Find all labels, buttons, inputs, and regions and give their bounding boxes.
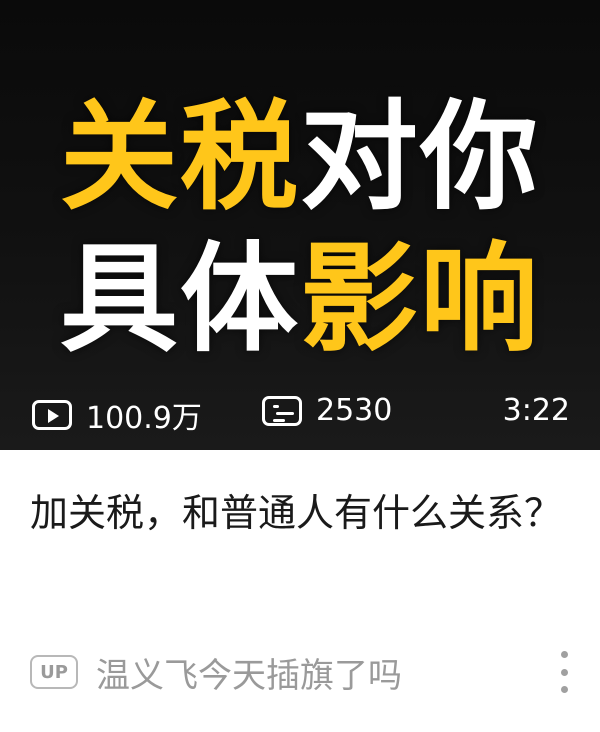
video-title[interactable]: 加关税，和普通人有什么关系？	[30, 484, 576, 542]
play-count: 100.9万	[32, 393, 202, 437]
headline-segment: 对你	[300, 88, 541, 226]
headline-segment: 关税	[59, 88, 300, 226]
video-meta: UP 温义飞今天插旗了吗	[30, 642, 576, 702]
video-duration: 3:22	[502, 393, 570, 428]
video-card[interactable]: 关税对你 具体影响 100.9万 2530 3:22 加关税，和普通人有什么关系…	[0, 0, 600, 732]
danmaku-icon	[262, 395, 302, 426]
danmaku-count: 2530	[262, 393, 392, 428]
headline-segment: 影响	[300, 230, 541, 368]
headline-segment: 具体	[59, 230, 300, 368]
danmaku-count-value: 2530	[316, 393, 393, 428]
thumbnail-headline-line1: 关税对你	[0, 98, 600, 216]
video-stats-bar: 100.9万 2530 3:22	[0, 385, 600, 437]
up-badge: UP	[30, 655, 78, 689]
author-name[interactable]: 温义飞今天插旗了吗	[96, 648, 402, 697]
more-vertical-icon[interactable]	[552, 651, 576, 693]
play-icon	[32, 400, 72, 430]
thumbnail-headline-line2: 具体影响	[0, 240, 600, 358]
play-count-value: 100.9万	[86, 401, 202, 436]
video-thumbnail[interactable]: 关税对你 具体影响 100.9万 2530 3:22	[0, 0, 600, 450]
